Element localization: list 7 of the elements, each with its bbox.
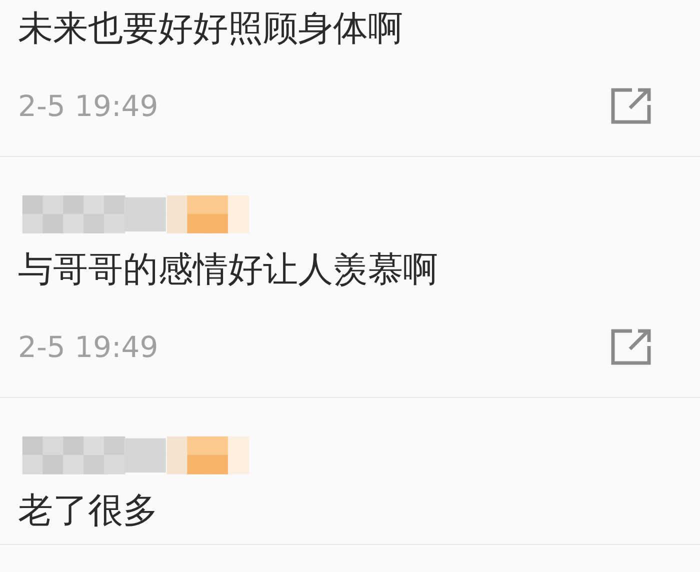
comment-text: 未来也要好好照顾身体啊: [18, 8, 403, 51]
comment-time: 2-5 19:49: [18, 89, 158, 123]
share-icon[interactable]: [610, 328, 652, 366]
comment-text: 老了很多: [18, 490, 158, 533]
share-icon[interactable]: [610, 87, 652, 125]
comment-time: 2-5 19:49: [18, 330, 158, 364]
comment-text: 与哥哥的感情好让人羡慕啊: [18, 249, 438, 292]
